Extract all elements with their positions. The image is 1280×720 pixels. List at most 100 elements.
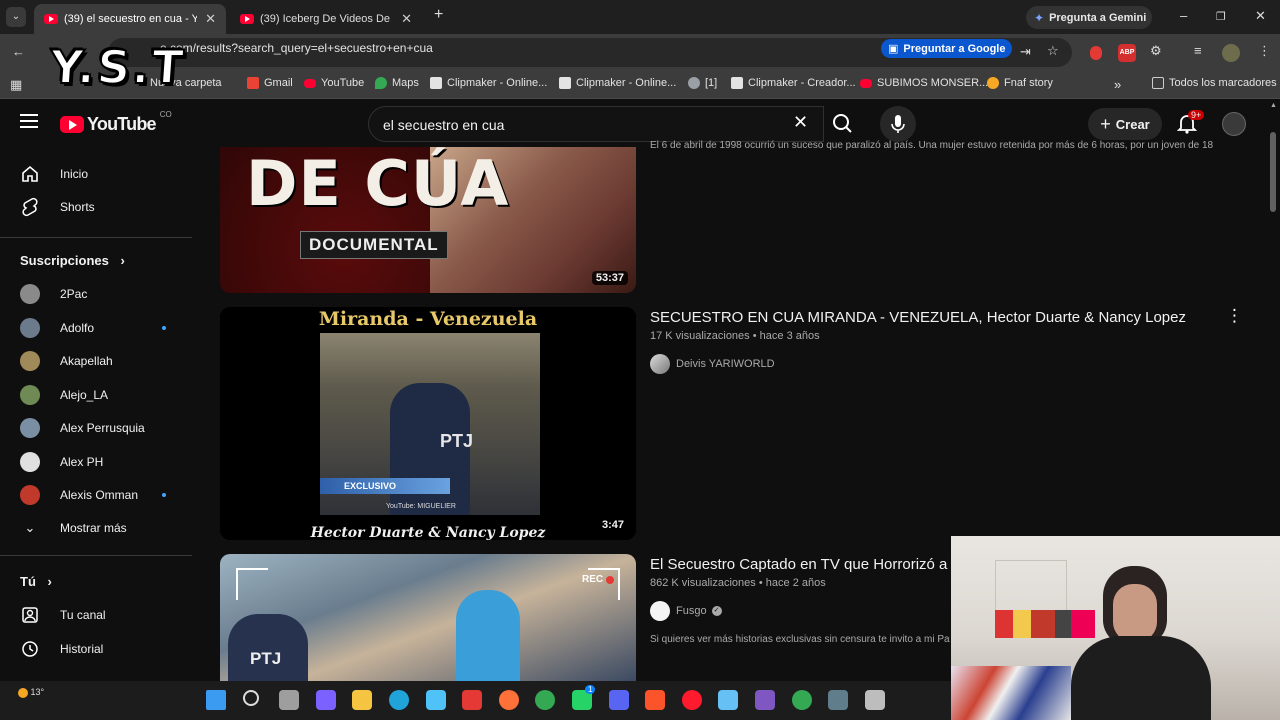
edge-icon[interactable] xyxy=(389,690,409,710)
opera-icon[interactable] xyxy=(681,690,702,710)
close-icon[interactable]: ✕ xyxy=(393,11,412,27)
sidebar-label: Alex PH xyxy=(60,454,104,469)
sidebar-item-inicio[interactable]: Inicio xyxy=(12,157,190,191)
sidebar-item-subscription[interactable]: Alejo_LA xyxy=(12,378,190,412)
copilot-icon[interactable] xyxy=(315,690,336,710)
tab-search-button[interactable]: ⌄ xyxy=(6,7,26,27)
account-avatar[interactable] xyxy=(1222,112,1246,136)
app-l-icon[interactable] xyxy=(462,690,483,710)
chrome-icon[interactable] xyxy=(535,690,556,710)
sidebar-item-shorts[interactable]: Shorts xyxy=(12,190,190,224)
bookmark-subimos[interactable]: SUBIMOS MONSER... xyxy=(860,77,988,89)
subscriptions-header[interactable]: Suscripciones › xyxy=(20,253,125,268)
video-thumbnail[interactable]: DE CÚA DOCUMENTAL 53:37 xyxy=(220,147,636,293)
bookmark-label: Clipmaker - Creador... xyxy=(748,77,856,89)
notification-badge: 1 xyxy=(585,685,596,694)
sidebar-item-subscription[interactable]: Akapellah xyxy=(12,344,190,378)
window-close-icon[interactable]: ✕ xyxy=(1255,8,1266,24)
you-header[interactable]: Tú › xyxy=(20,574,52,589)
channel-link[interactable]: Fusgo ✓ xyxy=(650,601,722,621)
bookmark-maps[interactable]: Maps xyxy=(375,77,419,89)
hamburger-menu-icon[interactable] xyxy=(20,114,38,128)
media-controls-icon[interactable]: ≡ xyxy=(1194,43,1202,58)
video-thumbnail[interactable]: REC PTJ xyxy=(220,554,636,681)
bookmark-label: Clipmaker - Online... xyxy=(576,77,677,89)
bookmark-gmail[interactable]: Gmail xyxy=(247,77,293,89)
new-content-dot xyxy=(162,493,166,497)
bookmark-label: Fnaf story xyxy=(1004,77,1053,89)
minimize-icon[interactable]: – xyxy=(1180,8,1187,23)
firefox-icon[interactable] xyxy=(498,690,519,710)
channel-avatar xyxy=(20,284,40,304)
youtube-wordmark: YouTube xyxy=(87,114,157,134)
bookmark-star-icon[interactable]: ☆ xyxy=(1047,43,1059,59)
sidebar-item-subscription[interactable]: Alex Perrusquia xyxy=(12,411,190,445)
url-text[interactable]: e.com/results?search_query=el+secuestro+… xyxy=(160,41,433,55)
install-icon[interactable]: ⇥ xyxy=(1020,44,1031,60)
gemini-button[interactable]: ✦ Pregunta a Gemini xyxy=(1026,6,1152,29)
new-tab-button[interactable]: + xyxy=(434,6,443,24)
tab-youtube-search[interactable]: (39) el secuestro en cua - YouTube ✕ xyxy=(34,4,226,34)
profile-avatar[interactable] xyxy=(1222,44,1240,62)
sidebar-item-historial[interactable]: Historial xyxy=(12,632,190,666)
chrome-active-icon[interactable] xyxy=(791,690,812,710)
all-bookmarks[interactable]: Todos los marcadores xyxy=(1152,77,1277,89)
store-icon[interactable] xyxy=(425,690,446,710)
search-icon[interactable] xyxy=(242,690,259,706)
video-thumbnail[interactable]: Miranda - Venezuela PTJ EXCLUSIVO YouTub… xyxy=(220,307,636,540)
create-button[interactable]: + Crear xyxy=(1088,108,1162,140)
bookmark-youtube[interactable]: YouTube xyxy=(304,77,364,89)
bookmark-label: Maps xyxy=(392,77,419,89)
bookmark-fnaf[interactable]: Fnaf story xyxy=(987,77,1053,89)
sidebar-item-tu-canal[interactable]: Tu canal xyxy=(12,598,190,632)
scrollbar-thumb[interactable] xyxy=(1270,132,1276,212)
back-arrow-icon[interactable]: ← xyxy=(12,44,25,59)
bookmark-clipmaker-1[interactable]: Clipmaker - Online... xyxy=(430,77,547,89)
apps-grid-icon[interactable]: ▦ xyxy=(10,77,22,93)
verified-check-icon: ✓ xyxy=(711,606,722,616)
adblock-icon[interactable]: ABP xyxy=(1118,44,1136,62)
extensions-puzzle-icon[interactable]: ⚙ xyxy=(1150,43,1162,59)
channel-link[interactable]: Deivis YARIWORLD xyxy=(650,354,775,374)
tab-iceberg[interactable]: (39) Iceberg De Videos De Internet ✕ xyxy=(230,4,422,34)
obs-icon[interactable] xyxy=(864,690,885,710)
davinci-icon[interactable] xyxy=(828,690,849,710)
search-box[interactable]: el secuestro en cua ✕ xyxy=(368,106,824,142)
thumbnail-jacket-text: PTJ xyxy=(250,649,282,668)
clear-search-icon[interactable]: ✕ xyxy=(793,112,808,133)
extension-red-icon[interactable] xyxy=(1090,46,1102,60)
restore-icon[interactable]: ❐ xyxy=(1216,10,1226,23)
steam-icon[interactable] xyxy=(718,690,739,710)
video-title[interactable]: SECUESTRO EN CUA MIRANDA - VENEZUELA, He… xyxy=(650,309,1186,326)
more-bookmarks-icon[interactable]: » xyxy=(1114,77,1121,92)
youtube-logo[interactable]: YouTube CO xyxy=(60,110,172,135)
video-title[interactable]: El Secuestro Captado en TV que Horrorizó… xyxy=(650,556,962,573)
show-more-button[interactable]: ⌄ Mostrar más xyxy=(12,511,190,545)
channel-name: Deivis YARIWORLD xyxy=(676,358,775,370)
discord-icon[interactable] xyxy=(608,690,629,710)
bookmark-clipmaker-2[interactable]: Clipmaker - Online... xyxy=(559,77,676,89)
video-duration: 3:47 xyxy=(597,518,628,532)
notifications-button[interactable]: 9+ xyxy=(1176,110,1205,139)
ask-google-button[interactable]: ▣ Preguntar a Google xyxy=(881,39,1013,58)
bookmark-clipmaker-3[interactable]: Clipmaker - Creador... xyxy=(731,77,856,89)
windows-start-icon[interactable] xyxy=(206,690,226,710)
task-view-icon[interactable] xyxy=(279,690,300,710)
sidebar-item-subscription[interactable]: 2Pac xyxy=(12,277,190,311)
more-actions-icon[interactable]: ⋮ xyxy=(1226,306,1243,326)
file-explorer-icon[interactable] xyxy=(352,690,373,710)
weather-widget[interactable]: 13° xyxy=(18,687,44,698)
chat-icon[interactable] xyxy=(755,690,775,710)
voice-search-button[interactable] xyxy=(880,106,916,142)
tab-title: (39) el secuestro en cua - YouTube xyxy=(64,13,198,25)
search-button[interactable] xyxy=(824,106,862,142)
brave-icon[interactable] xyxy=(645,690,666,710)
menu-kebab-icon[interactable]: ⋮ xyxy=(1258,43,1271,59)
close-icon[interactable]: ✕ xyxy=(197,11,216,27)
gmail-icon xyxy=(247,77,259,89)
scroll-up-arrow-icon[interactable]: ▲ xyxy=(1270,102,1277,109)
clipmaker-icon xyxy=(731,77,743,89)
search-input[interactable]: el secuestro en cua xyxy=(383,117,504,133)
bookmark-one[interactable]: [1] xyxy=(688,77,717,89)
sidebar-item-subscription[interactable]: Alex PH xyxy=(12,445,190,479)
